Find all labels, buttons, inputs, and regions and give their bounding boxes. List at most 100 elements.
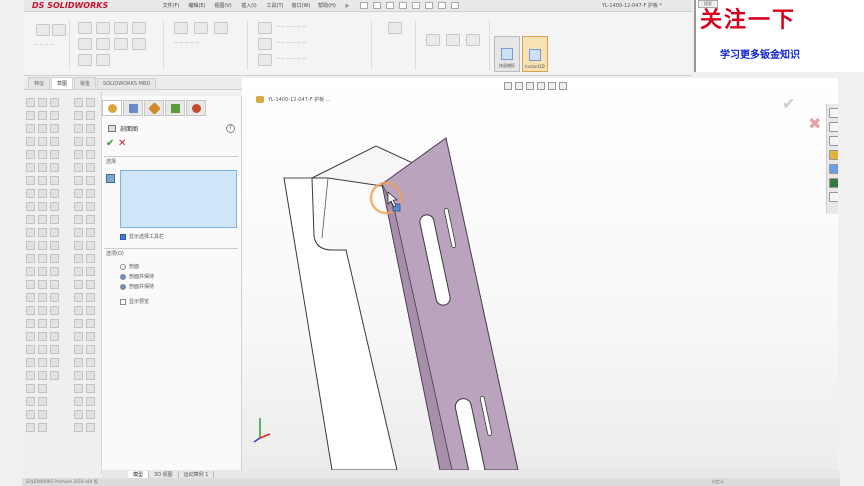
- toolbar-button[interactable]: [38, 280, 47, 289]
- toolbar-button[interactable]: [50, 98, 59, 107]
- toolbar-button[interactable]: [26, 410, 35, 419]
- toolbar-button[interactable]: [86, 280, 95, 289]
- toolbar-button[interactable]: [26, 397, 35, 406]
- selection-list-box[interactable]: [120, 170, 237, 228]
- toolbar-button[interactable]: [38, 98, 47, 107]
- toolbar-button[interactable]: [38, 345, 47, 354]
- toolbar-button[interactable]: [26, 358, 35, 367]
- quick-snaps-button[interactable]: 快速捕捉: [494, 36, 520, 72]
- tab-dimxpert[interactable]: [165, 100, 185, 116]
- toolbar-button[interactable]: [86, 215, 95, 224]
- toolbar-button[interactable]: [38, 150, 47, 159]
- toolbar-button[interactable]: [74, 358, 83, 367]
- convert-entities-icon[interactable]: [174, 22, 188, 34]
- toolbar-button[interactable]: [38, 332, 47, 341]
- toolbar-button[interactable]: [26, 111, 35, 120]
- toolbar-button[interactable]: [26, 267, 35, 276]
- toolbar-button[interactable]: [26, 293, 35, 302]
- toolbar-button[interactable]: [86, 293, 95, 302]
- graphics-area[interactable]: YL-1400-12-047-F 护板 ... ✔ ✖: [242, 78, 838, 470]
- toolbar-button[interactable]: [74, 293, 83, 302]
- toolbar-button[interactable]: [86, 98, 95, 107]
- toolbar-button[interactable]: [50, 124, 59, 133]
- toolbar-button[interactable]: [74, 267, 83, 276]
- toolbar-button[interactable]: [50, 215, 59, 224]
- toolbar-button[interactable]: [26, 202, 35, 211]
- mirror-icon[interactable]: [214, 22, 228, 34]
- trim-icon[interactable]: [132, 22, 146, 34]
- toolbar-button[interactable]: [38, 358, 47, 367]
- toolbar-button[interactable]: [86, 176, 95, 185]
- toolbar-button[interactable]: [38, 189, 47, 198]
- tab-features[interactable]: 特征: [28, 77, 51, 89]
- toolbar-button[interactable]: [26, 124, 35, 133]
- toolbar-button[interactable]: [38, 254, 47, 263]
- linear-pattern-icon[interactable]: [258, 22, 272, 34]
- toolbar-button[interactable]: [26, 423, 35, 432]
- offset-icon[interactable]: [132, 38, 146, 50]
- toolbar-button[interactable]: [50, 306, 59, 315]
- toolbar-button[interactable]: [86, 124, 95, 133]
- toolbar-button[interactable]: [86, 111, 95, 120]
- select-icon[interactable]: [424, 2, 433, 9]
- toolbar-button[interactable]: [74, 319, 83, 328]
- toolbar-button[interactable]: [74, 124, 83, 133]
- toolbar-button[interactable]: [50, 280, 59, 289]
- toolbar-button[interactable]: [38, 215, 47, 224]
- toolbar-button[interactable]: [74, 254, 83, 263]
- options-icon[interactable]: [450, 2, 459, 9]
- option-radio-2[interactable]: 剖面并保持: [120, 273, 154, 280]
- instant2d-button[interactable]: Instant2D: [522, 36, 548, 72]
- toolbar-button[interactable]: [38, 410, 47, 419]
- confirm-ok-icon[interactable]: ✔: [782, 94, 795, 113]
- toolbar-button[interactable]: [26, 280, 35, 289]
- menu-insert[interactable]: 插入(I): [236, 2, 262, 9]
- tab-configuration-manager[interactable]: [144, 100, 164, 116]
- open-icon[interactable]: [372, 2, 381, 9]
- toolbar-button[interactable]: [26, 241, 35, 250]
- toolbar-button[interactable]: [38, 371, 47, 380]
- toolbar-button[interactable]: [86, 410, 95, 419]
- toolbar-button[interactable]: [74, 137, 83, 146]
- toolbar-button[interactable]: [26, 319, 35, 328]
- tab-display-manager[interactable]: [186, 100, 206, 116]
- toolbar-button[interactable]: [50, 371, 59, 380]
- toolbar-button[interactable]: [26, 345, 35, 354]
- menu-view[interactable]: 视图(V): [210, 2, 236, 9]
- toolbar-button[interactable]: [74, 371, 83, 380]
- toolbar-button[interactable]: [86, 332, 95, 341]
- print-icon[interactable]: [398, 2, 407, 9]
- point-icon[interactable]: [78, 54, 92, 66]
- toolbar-button[interactable]: [86, 150, 95, 159]
- toolbar-button[interactable]: [86, 241, 95, 250]
- toolbar-button[interactable]: [50, 254, 59, 263]
- toolbar-button[interactable]: [86, 397, 95, 406]
- toolbar-button[interactable]: [50, 358, 59, 367]
- toolbar-button[interactable]: [74, 228, 83, 237]
- toolbar-button[interactable]: [74, 345, 83, 354]
- toolbar-button[interactable]: [86, 163, 95, 172]
- tab-3d-views[interactable]: 3D 视图: [149, 470, 179, 478]
- toolbar-button[interactable]: [50, 163, 59, 172]
- toolbar-button[interactable]: [74, 384, 83, 393]
- toolbar-button[interactable]: [50, 111, 59, 120]
- toolbar-button[interactable]: [38, 293, 47, 302]
- rapid-sketch-icon[interactable]: [466, 34, 480, 46]
- text-icon[interactable]: [96, 54, 110, 66]
- toolbar-button[interactable]: [50, 202, 59, 211]
- smart-dimension-icon[interactable]: [52, 24, 66, 36]
- confirm-cancel-icon[interactable]: ✖: [808, 114, 821, 133]
- toolbar-button[interactable]: [38, 384, 47, 393]
- offset-entities-icon[interactable]: [194, 22, 208, 34]
- ok-button[interactable]: ✔: [106, 138, 114, 149]
- toolbar-button[interactable]: [26, 150, 35, 159]
- toolbar-button[interactable]: [50, 189, 59, 198]
- tab-property-manager[interactable]: [123, 100, 143, 116]
- toolbar-button[interactable]: [74, 176, 83, 185]
- toolbar-button[interactable]: [26, 163, 35, 172]
- toolbar-button[interactable]: [50, 267, 59, 276]
- toolbar-button[interactable]: [38, 319, 47, 328]
- toolbar-button[interactable]: [50, 332, 59, 341]
- toolbar-button[interactable]: [74, 111, 83, 120]
- make-block-icon[interactable]: [426, 34, 440, 46]
